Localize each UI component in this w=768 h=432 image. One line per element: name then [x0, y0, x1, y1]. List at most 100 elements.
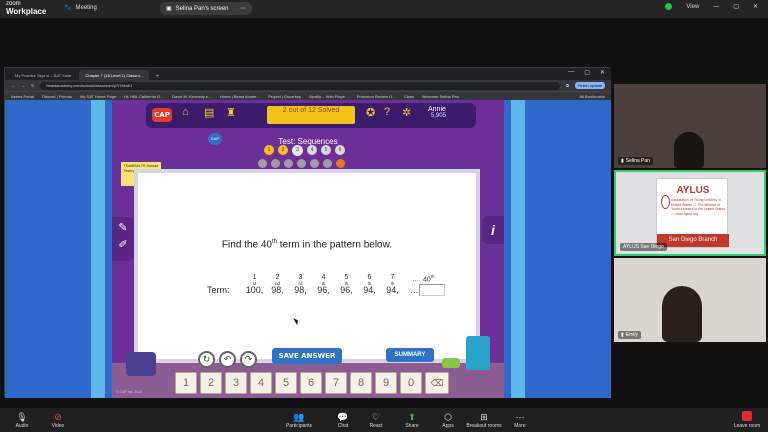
participants-button[interactable]: 👥 Participants [277, 411, 321, 429]
keypad-key[interactable]: 2 [200, 372, 222, 394]
more-button[interactable]: ⋯ More [498, 411, 542, 429]
question-circle[interactable]: 2 [278, 145, 288, 155]
bookmark-item[interactable]: Aeries Portal [11, 94, 34, 99]
save-answer-button[interactable]: SAVE ANSWER [272, 348, 342, 364]
browser-tab-strip: My Practice Sign in – SAT Suite Chapter … [5, 68, 611, 80]
url-field[interactable]: beastacademy.com/school/classroom/y7/7/t… [40, 81, 561, 90]
leave-room-button[interactable]: Leave room [730, 411, 764, 429]
participant-video-aylus[interactable]: AYLUS Association of Young Leaders in Un… [614, 170, 766, 256]
participant-name-tag: ▮ Selina Pan [618, 157, 653, 165]
question-circle[interactable]: 5 [321, 145, 331, 155]
keypad-key[interactable]: 6 [300, 372, 322, 394]
question-circle[interactable]: 6 [335, 145, 345, 155]
browser-minimize-icon[interactable]: — [568, 69, 574, 76]
pencil-icon[interactable]: ✎ [112, 221, 134, 234]
award-icon[interactable]: ✪ [366, 106, 375, 119]
security-shield-icon[interactable] [665, 3, 673, 10]
video-button[interactable]: ⊘ Video [36, 411, 80, 429]
backspace-key-icon[interactable]: ⌫ [425, 372, 449, 394]
undo-icon[interactable]: ↶ [219, 351, 236, 368]
star-icon[interactable] [336, 159, 345, 168]
aylus-branch: San Diego Branch [657, 234, 729, 247]
help-icon[interactable]: ? [384, 106, 390, 118]
browser-close-icon[interactable]: ✕ [600, 69, 605, 76]
bookmark-item[interactable]: Chan [404, 94, 414, 99]
keypad-key[interactable]: 0 [400, 372, 422, 394]
more-icon: ⋯ [515, 412, 525, 422]
tools-panel: ✎ ✐ [112, 217, 134, 261]
keypad-key[interactable]: 1 [175, 372, 197, 394]
all-bookmarks[interactable]: All Bookmarks [579, 94, 605, 99]
subquestion-dot[interactable] [310, 159, 319, 168]
trophy-icon[interactable]: ♜ [226, 106, 236, 119]
mic-muted-icon: ▮ [621, 158, 624, 164]
cap-logo[interactable]: CAP [152, 108, 172, 122]
settings-gear-icon[interactable]: ✲ [402, 106, 411, 119]
keypad-key[interactable]: 8 [350, 372, 372, 394]
people-icon: 👥 [293, 412, 305, 422]
bookmark-item[interactable]: Spotify – Web Playe… [309, 94, 349, 99]
question-circle[interactable]: 4 [307, 145, 317, 155]
bookmark-item[interactable]: HL HBL California G… [124, 94, 164, 99]
subquestion-dot[interactable] [323, 159, 332, 168]
keypad-key[interactable]: 3 [225, 372, 247, 394]
finish-update-button[interactable]: Finish update [574, 82, 605, 89]
close-icon[interactable]: ✕ [753, 3, 758, 10]
participant-video-emily[interactable]: ▮ Emily [614, 258, 766, 342]
share-pill-label: Selina Pan's screen [175, 5, 229, 12]
bookmark-item[interactable]: David M. Kennedy s… [172, 94, 212, 99]
back-icon[interactable]: ← [11, 83, 15, 88]
extensions-icon[interactable]: ⧉ [566, 83, 569, 88]
bookmark-item[interactable]: Discord | Friends [42, 94, 72, 99]
question-post: term in the pattern below. [276, 239, 393, 251]
redo-icon[interactable]: ↷ [240, 351, 257, 368]
more-options-icon[interactable]: ⋯ [240, 5, 246, 12]
progress-label: 2 out of 12 Solved [282, 107, 340, 114]
participant-video-selina[interactable]: ▮ Selina Pan [614, 84, 766, 168]
bookmark-item[interactable]: My SAT Home Page [80, 94, 116, 99]
bookmark-item[interactable]: Princeton Review O… [357, 94, 396, 99]
answer-input[interactable] [419, 284, 445, 296]
keypad-key[interactable]: 4 [250, 372, 272, 394]
camera-off-icon: ⊘ [54, 412, 62, 422]
question-circle[interactable]: 1 [264, 145, 274, 155]
bookmark-item[interactable]: Welcome Selina Pan [422, 94, 459, 99]
mouse-cursor-icon [293, 316, 300, 326]
bookmark-item[interactable]: Home | Beast Acade… [220, 94, 260, 99]
subquestion-dot[interactable] [297, 159, 306, 168]
zoom-logo-line2: Workplace [6, 7, 47, 16]
browser-tab[interactable]: My Practice Sign in – SAT Suite [9, 70, 77, 80]
subquestion-dot[interactable] [271, 159, 280, 168]
maximize-icon[interactable]: ▢ [733, 3, 739, 10]
summary-button[interactable]: SUMMARY [386, 348, 434, 362]
browser-maximize-icon[interactable]: ▢ [584, 69, 590, 76]
browser-window: My Practice Sign in – SAT Suite Chapter … [4, 67, 611, 398]
question-navigator: 1 2 3 4 5 6 [264, 145, 345, 156]
participant-name-tag: AYLUS San Diego [620, 243, 667, 251]
minimize-icon[interactable]: — [713, 4, 719, 10]
bookmark-item[interactable]: Project | Oscarkey [268, 94, 301, 99]
user-coins: 5,905 [430, 113, 446, 119]
eraser-icon[interactable]: ✐ [112, 238, 134, 251]
info-icon[interactable]: i [482, 216, 504, 244]
mic-muted-icon: ▮ [621, 332, 624, 338]
restart-icon[interactable]: ↻ [198, 351, 215, 368]
term-value: 96, [317, 285, 330, 295]
subquestion-dot[interactable] [258, 159, 267, 168]
subquestion-dot[interactable] [284, 159, 293, 168]
screen-share-pill[interactable]: ▣ Selina Pan's screen ⋯ [160, 2, 252, 15]
question-circle-current[interactable]: 3 [292, 145, 303, 156]
keypad-key[interactable]: 7 [325, 372, 347, 394]
book-icon[interactable]: ▤ [204, 106, 214, 119]
reload-icon[interactable]: ↻ [31, 83, 34, 88]
home-icon[interactable]: ⌂ [182, 106, 189, 118]
meeting-menu[interactable]: 🐾 Meeting [64, 4, 97, 12]
keypad-key[interactable]: 5 [275, 372, 297, 394]
address-bar-row: ← → ↻ beastacademy.com/school/classroom/… [5, 80, 611, 91]
keypad-key[interactable]: 9 [375, 372, 397, 394]
zoom-bottom-toolbar: 🎙 Audio ⊘ Video 👥 Participants 💬 Chat ♡ React… [0, 408, 768, 432]
user-profile[interactable]: Annie 5,905 [428, 106, 446, 119]
view-button[interactable]: View [686, 4, 699, 10]
forward-icon[interactable]: → [21, 83, 25, 88]
browser-tab-active[interactable]: Chapter 7 (18 Level 1) Classro… [79, 70, 150, 80]
